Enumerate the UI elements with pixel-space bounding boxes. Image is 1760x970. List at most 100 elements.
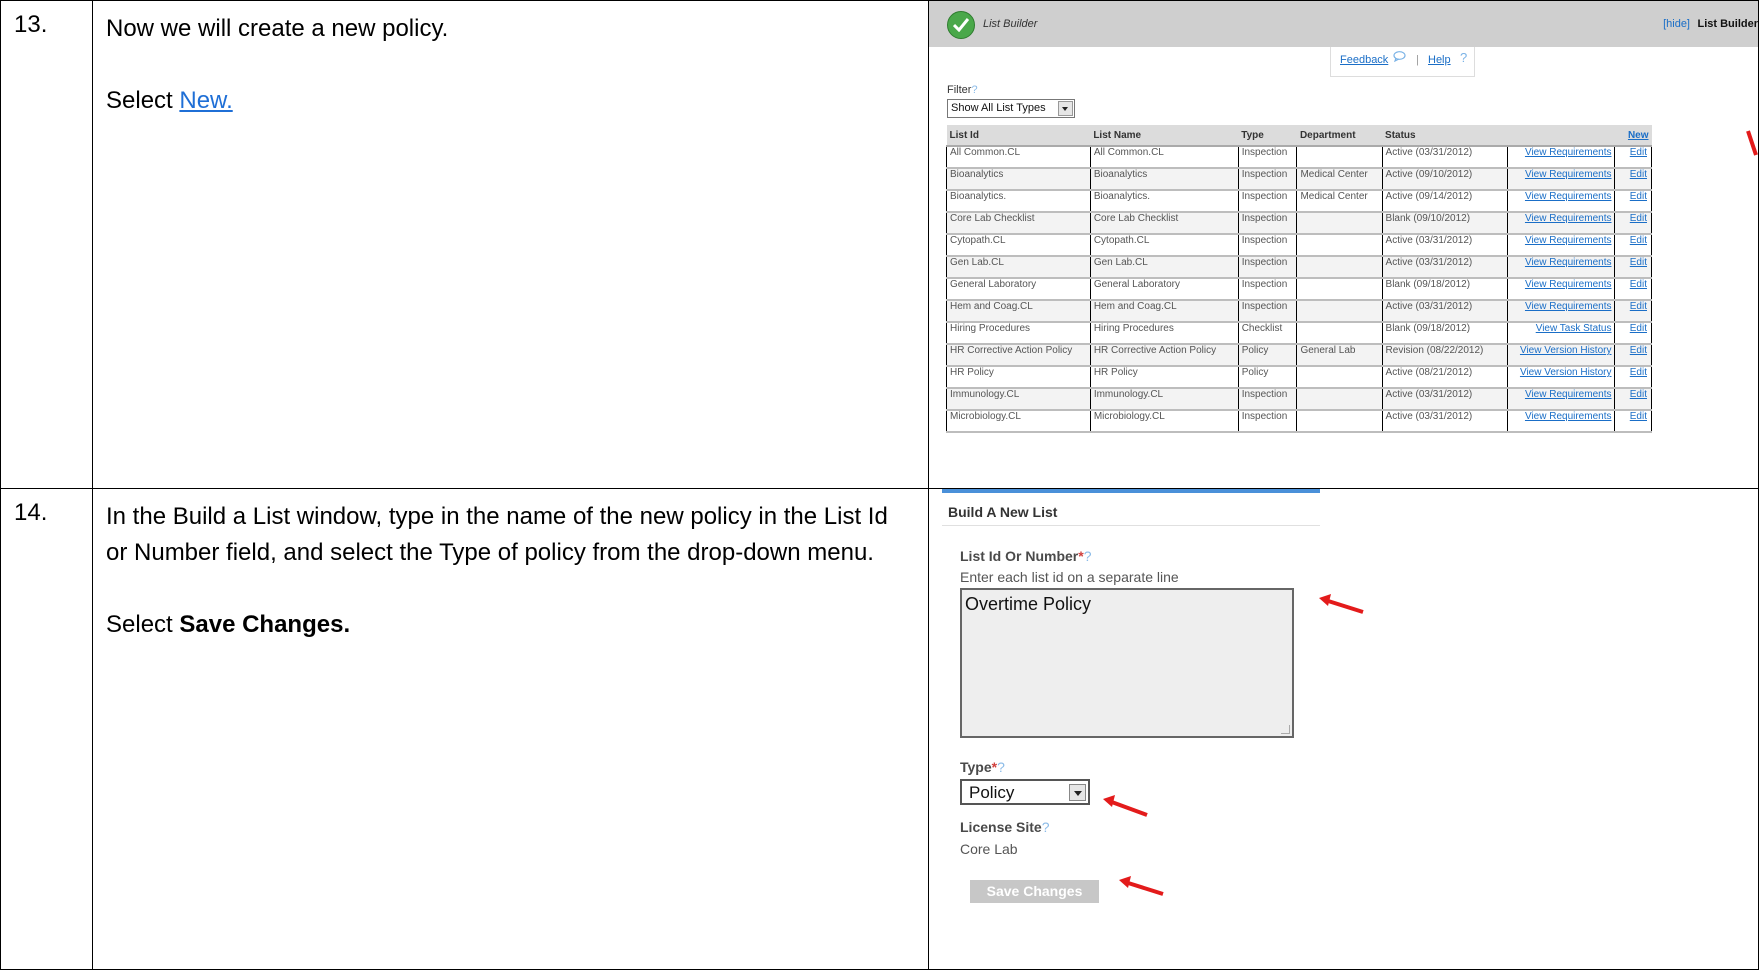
status-cell: Active (03/31/2012) [1381, 299, 1509, 323]
list-id-cell: Immunology.CL [946, 387, 1091, 411]
action-link[interactable]: View Version History [1507, 343, 1616, 367]
status-cell: Active (03/31/2012) [1381, 409, 1509, 433]
action-link[interactable]: View Requirements [1507, 145, 1616, 169]
department-cell: Medical Center [1296, 189, 1383, 213]
status-cell: Blank (09/10/2012) [1381, 211, 1509, 235]
action-link[interactable]: View Requirements [1507, 189, 1616, 213]
type-cell: Inspection [1237, 211, 1298, 235]
instruction-line: Select Save Changes. [106, 607, 928, 643]
action-link[interactable]: View Requirements [1507, 233, 1616, 257]
action-link[interactable]: View Requirements [1507, 167, 1616, 191]
column-header[interactable]: List Name [1090, 125, 1239, 147]
list-name-cell: Bioanalytics. [1089, 189, 1239, 213]
instruction-line: Select New. [106, 83, 928, 119]
column-header[interactable]: Status [1382, 125, 1508, 147]
edit-link[interactable]: Edit [1614, 277, 1652, 301]
list-id-cell: HR Policy [946, 365, 1091, 389]
list-builder-title: List Builder [983, 18, 1038, 30]
save-changes-button[interactable]: Save Changes [970, 880, 1099, 903]
type-select[interactable]: Policy [960, 779, 1090, 805]
list-name-cell: Gen Lab.CL [1089, 255, 1239, 279]
header-right-title: List Builder [1697, 18, 1758, 30]
filter-select[interactable]: Show All List Types [947, 99, 1075, 118]
build-list-screenshot: Build A New List List Id Or Number*? Ent… [929, 489, 1758, 969]
build-list-title: Build A New List [948, 504, 1058, 520]
hide-link[interactable]: [hide] [1663, 18, 1690, 30]
chevron-down-icon[interactable] [1058, 101, 1073, 116]
edit-link[interactable]: Edit [1614, 211, 1652, 235]
action-link[interactable]: View Version History [1507, 365, 1616, 389]
department-cell [1296, 233, 1383, 257]
list-name-cell: General Laboratory [1089, 277, 1239, 301]
license-site-label-text: License Site [960, 819, 1042, 835]
action-link[interactable]: View Requirements [1507, 255, 1616, 279]
edit-link[interactable]: Edit [1614, 343, 1652, 367]
edit-link[interactable]: Edit [1614, 321, 1652, 345]
action-link[interactable]: View Requirements [1507, 409, 1616, 433]
window-top-bar [942, 489, 1320, 493]
instruction-table: 13. Now we will create a new policy. Sel… [0, 0, 1759, 970]
instruction-prefix: Select [106, 611, 180, 638]
filter-label: Filter? [947, 84, 978, 96]
table-row: HR Policy HR Policy Policy Active (08/21/20… [946, 365, 1652, 389]
feedback-link[interactable]: Feedback [1340, 54, 1388, 66]
table-row: General Laboratory General Laboratory Insp… [946, 277, 1652, 301]
type-cell: Inspection [1237, 189, 1298, 213]
department-cell [1296, 255, 1383, 279]
status-cell: Active (09/14/2012) [1381, 189, 1509, 213]
edit-link[interactable]: Edit [1614, 387, 1652, 411]
edit-link[interactable]: Edit [1614, 365, 1652, 389]
help-question-icon[interactable]: ? [1084, 548, 1092, 564]
list-name-cell: HR Policy [1089, 365, 1239, 389]
list-builder-screenshot: List Builder [hide] List Builder Feedbac… [929, 1, 1758, 488]
list-id-cell: Core Lab Checklist [946, 211, 1091, 235]
action-link[interactable]: View Requirements [1507, 299, 1616, 323]
instruction-prefix: Select [106, 87, 180, 114]
list-name-cell: Hiring Procedures [1089, 321, 1239, 345]
edit-link[interactable]: Edit [1614, 299, 1652, 323]
type-cell: Inspection [1237, 145, 1298, 169]
action-link[interactable]: View Requirements [1507, 277, 1616, 301]
list-id-value: Overtime Policy [965, 594, 1092, 614]
edit-link[interactable]: Edit [1614, 255, 1652, 279]
list-id-hint: Enter each list id on a separate line [960, 569, 1179, 585]
department-cell: Medical Center [1296, 167, 1383, 191]
help-question-icon[interactable]: ? [997, 759, 1005, 775]
action-link[interactable]: View Requirements [1507, 387, 1616, 411]
chevron-down-icon[interactable] [1069, 784, 1086, 801]
type-cell: Policy [1237, 365, 1298, 389]
list-name-cell: Core Lab Checklist [1089, 211, 1239, 235]
action-link[interactable]: View Requirements [1507, 211, 1616, 235]
column-header[interactable]: List Id [946, 125, 1091, 147]
step-number: 14. [14, 499, 48, 526]
filter-help-icon[interactable]: ? [971, 84, 977, 96]
list-id-textarea[interactable]: Overtime Policy [960, 588, 1294, 738]
edit-link[interactable]: Edit [1614, 409, 1652, 433]
edit-link[interactable]: Edit [1614, 145, 1652, 169]
table-row: HR Corrective Action Policy HR Corrective… [946, 343, 1652, 367]
resize-grip-icon[interactable] [1281, 725, 1290, 734]
new-link-reference[interactable]: New. [179, 87, 232, 114]
red-arrow-icon [1103, 795, 1148, 817]
status-cell: Active (03/31/2012) [1381, 233, 1509, 257]
department-cell [1296, 299, 1383, 323]
new-link[interactable]: New [1614, 125, 1652, 147]
help-question-icon[interactable]: ? [1042, 819, 1050, 835]
help-link[interactable]: Help [1428, 54, 1451, 66]
step-instruction: In the Build a List window, type in the … [93, 489, 928, 643]
instruction-line: In the Build a List window, type in the … [106, 503, 888, 566]
edit-link[interactable]: Edit [1614, 189, 1652, 213]
column-header [1507, 125, 1615, 147]
edit-link[interactable]: Edit [1614, 167, 1652, 191]
separator: | [1416, 54, 1419, 66]
list-id-cell: HR Corrective Action Policy [946, 343, 1091, 367]
column-header[interactable]: Type [1238, 125, 1297, 147]
column-header[interactable]: Department [1296, 125, 1383, 147]
type-cell: Checklist [1237, 321, 1298, 345]
step-row-14: 14. In the Build a List window, type in … [0, 488, 1759, 970]
red-arrow-icon [1746, 130, 1758, 156]
edit-link[interactable]: Edit [1614, 233, 1652, 257]
save-changes-reference: Save Changes. [179, 611, 351, 638]
action-link[interactable]: View Task Status [1507, 321, 1616, 345]
status-cell: Active (03/31/2012) [1381, 145, 1509, 169]
